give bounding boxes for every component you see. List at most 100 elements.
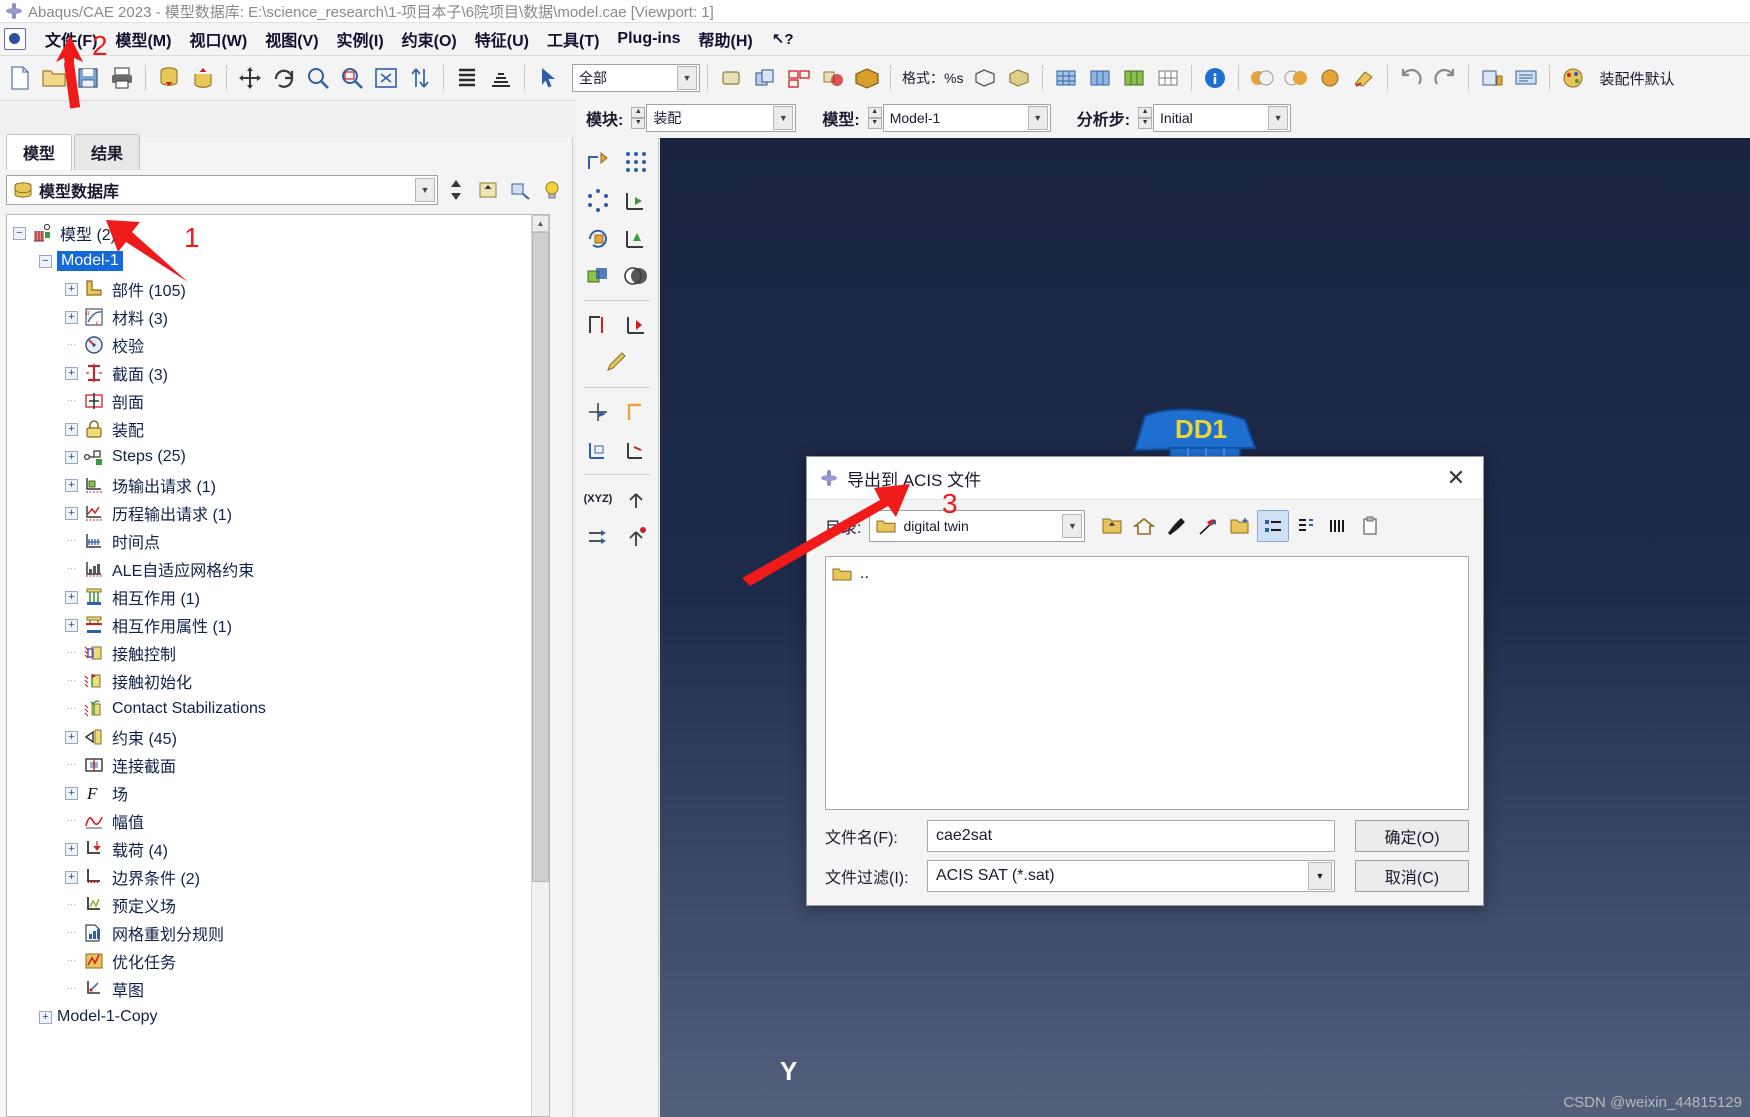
radial-pattern-icon[interactable]: [582, 184, 614, 216]
directory-combo[interactable]: digital twin ▼: [869, 510, 1086, 542]
merge-cut-icon[interactable]: [817, 62, 849, 94]
plugins-palette-icon[interactable]: [1557, 62, 1589, 94]
collapse-icon[interactable]: −: [39, 254, 52, 268]
edit-constraint-icon[interactable]: [601, 347, 633, 379]
merge-cut-instances-icon[interactable]: [582, 260, 614, 292]
color-code-2-icon[interactable]: [1280, 62, 1312, 94]
context-help-icon[interactable]: ↖?: [772, 30, 794, 48]
open-database-icon[interactable]: [38, 62, 70, 94]
import-model-icon[interactable]: [153, 62, 185, 94]
color-code-icon[interactable]: [1246, 62, 1278, 94]
bookmark-icon[interactable]: [1193, 511, 1223, 541]
new-folder-icon[interactable]: [1225, 511, 1255, 541]
tree-nav-spinner[interactable]: [442, 176, 470, 204]
model-spinner[interactable]: ▲ ▼: [867, 107, 882, 129]
create-datum-point-icon[interactable]: [582, 396, 614, 428]
menu-instance[interactable]: 实例(I): [328, 24, 393, 54]
tree-node-10[interactable]: + 历程输出请求 (1): [7, 499, 532, 527]
tree-node-5[interactable]: + 截面 (3): [7, 359, 532, 387]
zoom-view-icon[interactable]: [302, 62, 334, 94]
tree-node-15[interactable]: ··· 接触控制: [7, 639, 532, 667]
job-manager-icon[interactable]: [1476, 62, 1508, 94]
detail-view-icon[interactable]: [1257, 510, 1290, 542]
step-spinner[interactable]: ▲ ▼: [1138, 107, 1153, 129]
tree-node-22[interactable]: + 载荷 (4): [7, 835, 532, 863]
tree-node-24[interactable]: ··· 预定义场: [7, 891, 532, 919]
chevron-down-icon[interactable]: ▼: [773, 106, 794, 130]
tree-node-9[interactable]: + 场输出请求 (1): [7, 471, 532, 499]
tree-node-21[interactable]: ··· 幅值: [7, 807, 532, 835]
save-database-icon[interactable]: [72, 62, 104, 94]
tree-filter-icon[interactable]: [506, 176, 534, 204]
expand-icon[interactable]: +: [65, 422, 78, 436]
fit-view-icon[interactable]: [370, 62, 402, 94]
scroll-thumb[interactable]: [532, 232, 549, 882]
menu-constraint[interactable]: 约束(O): [393, 24, 466, 54]
filename-input[interactable]: cae2sat: [927, 820, 1335, 852]
create-datum-plane-icon[interactable]: [582, 434, 614, 466]
copy-instance-icon[interactable]: [749, 62, 781, 94]
step-combo[interactable]: Initial ▼: [1153, 104, 1292, 132]
tree-node-27[interactable]: ··· 草图: [7, 975, 532, 1003]
csys-edit-icon[interactable]: [620, 521, 652, 553]
create-csys-icon[interactable]: [620, 483, 652, 515]
tree-node-12[interactable]: ··· ALE自适应网格约束: [7, 555, 532, 583]
expand-icon[interactable]: +: [65, 366, 78, 380]
expand-icon[interactable]: +: [65, 786, 78, 800]
tree-node-20[interactable]: + F 场: [7, 779, 532, 807]
menu-model[interactable]: 模型(M): [106, 24, 180, 54]
expand-icon[interactable]: +: [65, 478, 78, 492]
menu-tools[interactable]: 工具(T): [538, 24, 608, 54]
ok-button[interactable]: 确定(O): [1355, 820, 1469, 852]
tree-node-13[interactable]: + 相互作用 (1): [7, 583, 532, 611]
expand-icon[interactable]: +: [65, 282, 78, 296]
create-datum-axis-icon[interactable]: [620, 396, 652, 428]
file-list-item[interactable]: ..: [832, 565, 1462, 583]
tree-node-28[interactable]: + Model-1-Copy: [7, 1003, 532, 1031]
chevron-down-icon[interactable]: ▼: [415, 178, 435, 202]
undo-icon[interactable]: [1395, 62, 1427, 94]
mesh-display-icon[interactable]: [1050, 62, 1082, 94]
tree-node-3[interactable]: + σ ε 材料 (3): [7, 303, 532, 331]
tree-node-26[interactable]: ··· 优化任务: [7, 947, 532, 975]
tree-node-8[interactable]: + Steps (25): [7, 443, 532, 471]
tree-scrollbar[interactable]: ▲: [531, 215, 549, 1116]
expand-icon[interactable]: +: [65, 618, 78, 632]
create-constraint-icon[interactable]: [582, 309, 614, 341]
expand-icon[interactable]: +: [65, 506, 78, 520]
display-group-icon[interactable]: [1348, 62, 1380, 94]
tree-node-25[interactable]: ··· 网格重划分规则: [7, 919, 532, 947]
assembly-display-icon[interactable]: [851, 62, 883, 94]
tree-node-0[interactable]: − 模型 (2): [7, 219, 532, 247]
expand-icon[interactable]: +: [65, 870, 78, 884]
print-icon[interactable]: [106, 62, 138, 94]
menu-plugins[interactable]: Plug-ins: [608, 27, 689, 51]
app-menu-icon[interactable]: [4, 28, 26, 50]
tree-node-16[interactable]: ··· 接触初始化: [7, 667, 532, 695]
mesh-grey-icon[interactable]: [1152, 62, 1184, 94]
monitor-icon[interactable]: [1510, 62, 1542, 94]
zoom-box-icon[interactable]: [336, 62, 368, 94]
sort-view-icon[interactable]: [404, 62, 436, 94]
tree-node-11[interactable]: ··· 时间点: [7, 527, 532, 555]
redo-icon[interactable]: [1429, 62, 1461, 94]
list-view-icon[interactable]: [1291, 511, 1321, 541]
menu-help[interactable]: 帮助(H): [690, 24, 762, 54]
collapse-icon[interactable]: −: [13, 226, 26, 240]
selection-scope-combo[interactable]: 全部 ▼: [572, 64, 700, 92]
create-datum-csys-icon[interactable]: [620, 434, 652, 466]
tree-node-17[interactable]: ··· Contact Stabilizations: [7, 695, 532, 723]
chevron-down-icon[interactable]: ▼: [1268, 106, 1289, 130]
tree-node-18[interactable]: + 约束 (45): [7, 723, 532, 751]
info-icon[interactable]: [1199, 62, 1231, 94]
tree-node-14[interactable]: + 相互作用属性 (1): [7, 611, 532, 639]
tree-node-1[interactable]: − Model-1: [7, 247, 532, 275]
create-set-icon[interactable]: [715, 62, 747, 94]
expand-icon[interactable]: +: [39, 1010, 52, 1024]
cancel-button[interactable]: 取消(C): [1355, 860, 1469, 892]
tree-node-2[interactable]: + 部件 (105): [7, 275, 532, 303]
expand-icon[interactable]: +: [65, 842, 78, 856]
parent-directory-icon[interactable]: [1097, 511, 1127, 541]
tab-model[interactable]: 模型: [6, 134, 73, 170]
model-tree[interactable]: − 模型 (2) − Model-1 + 部件 (105) + σ ε 材料 (3) ··· 校验 + 截…: [6, 214, 550, 1117]
